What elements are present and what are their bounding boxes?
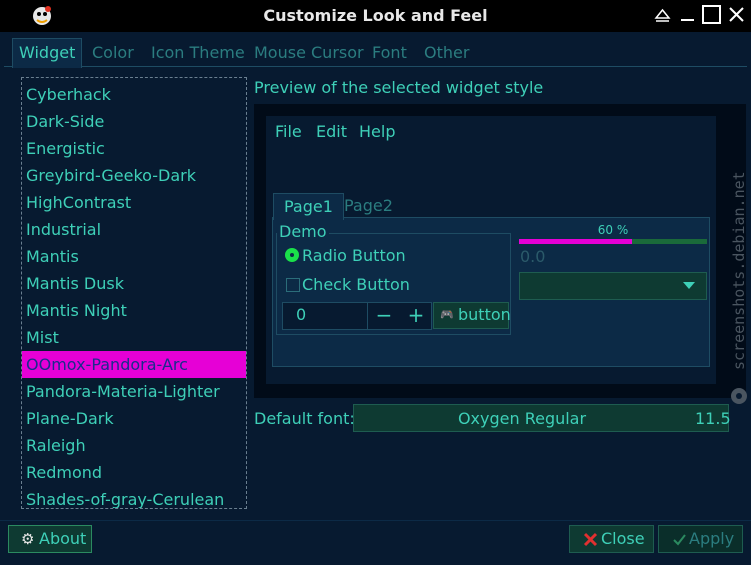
- font-size[interactable]: 11.5: [695, 409, 731, 428]
- chevron-down-icon[interactable]: [683, 282, 695, 289]
- apply-button-label[interactable]: Apply: [689, 529, 734, 548]
- theme-list-item[interactable]: Energistic: [26, 135, 105, 162]
- default-font-label: Default font:: [254, 409, 355, 428]
- about-button-label[interactable]: About: [39, 529, 86, 548]
- tab-font[interactable]: Font: [366, 40, 413, 66]
- check-button-label[interactable]: Check Button: [302, 275, 410, 294]
- minimize-window-icon[interactable]: [678, 5, 697, 24]
- theme-list-item[interactable]: Shades-of-gray-Cerulean: [26, 486, 224, 508]
- bottom-divider: [0, 520, 751, 521]
- radio-dot-icon: [290, 253, 294, 257]
- close-icon: [583, 532, 598, 547]
- tab-other[interactable]: Other: [418, 40, 475, 66]
- theme-list-item[interactable]: Mantis Night: [26, 297, 127, 324]
- window-title: Customize Look and Feel: [263, 6, 488, 25]
- spin-decrement-button[interactable]: −: [373, 303, 395, 327]
- radio-button-label[interactable]: Radio Button: [302, 246, 406, 265]
- theme-list-item[interactable]: OOmox-Pandora-Arc: [22, 351, 246, 378]
- tab-widget[interactable]: Widget: [12, 38, 83, 68]
- tab-icon-theme[interactable]: Icon Theme: [145, 40, 251, 66]
- spin-increment-button[interactable]: +: [405, 303, 427, 327]
- watermark: screenshots.debian.net: [730, 171, 748, 404]
- menu-edit[interactable]: Edit: [316, 122, 347, 141]
- theme-list-item[interactable]: Mantis: [26, 243, 79, 270]
- scale-value: 0.0: [520, 247, 546, 266]
- demo-frame-label: Demo: [277, 222, 329, 241]
- font-name[interactable]: Oxygen Regular: [353, 409, 691, 428]
- progress-label: 60 %: [597, 223, 629, 237]
- theme-list-item[interactable]: Greybird-Geeko-Dark: [26, 162, 196, 189]
- tab-divider: [4, 66, 747, 67]
- theme-list-item[interactable]: Plane-Dark: [26, 405, 114, 432]
- close-window-icon[interactable]: [727, 5, 746, 24]
- theme-list-item[interactable]: Cyberhack: [26, 81, 111, 108]
- shade-window-icon[interactable]: [653, 5, 672, 24]
- tab-mouse-cursor[interactable]: Mouse Cursor: [248, 40, 370, 66]
- tab-color[interactable]: Color: [86, 40, 140, 66]
- theme-list-item[interactable]: Industrial: [26, 216, 101, 243]
- tab-page2[interactable]: Page2: [334, 193, 403, 219]
- spin-divider: [367, 303, 368, 329]
- spin-value[interactable]: 0: [296, 305, 306, 324]
- theme-list[interactable]: Cyberhack Dark-Side Energistic Greybird-Gee…: [21, 77, 247, 509]
- theme-list-item[interactable]: HighContrast: [26, 189, 131, 216]
- maximize-window-icon[interactable]: [702, 5, 721, 24]
- theme-list-item[interactable]: Redmond: [26, 459, 102, 486]
- close-button-label[interactable]: Close: [601, 529, 645, 548]
- combo-box[interactable]: [519, 272, 707, 300]
- gamepad-icon: 🎮: [440, 308, 454, 321]
- progress-fill: [519, 239, 632, 244]
- check-button-box[interactable]: [286, 278, 300, 292]
- gear-icon: ⚙: [21, 530, 35, 548]
- menu-file[interactable]: File: [275, 122, 302, 141]
- checkmark-icon: [673, 534, 686, 546]
- watermark-text: screenshots.debian.net: [730, 171, 748, 370]
- theme-list-item[interactable]: Raleigh: [26, 432, 86, 459]
- preview-heading: Preview of the selected widget style: [254, 78, 544, 97]
- theme-list-item[interactable]: Mist: [26, 324, 59, 351]
- theme-list-item[interactable]: Dark-Side: [26, 108, 104, 135]
- theme-list-item[interactable]: Pandora-Materia-Lighter: [26, 378, 220, 405]
- demo-button-label[interactable]: button: [458, 305, 511, 324]
- theme-list-item[interactable]: Mantis Dusk: [26, 270, 124, 297]
- menu-help[interactable]: Help: [359, 122, 395, 141]
